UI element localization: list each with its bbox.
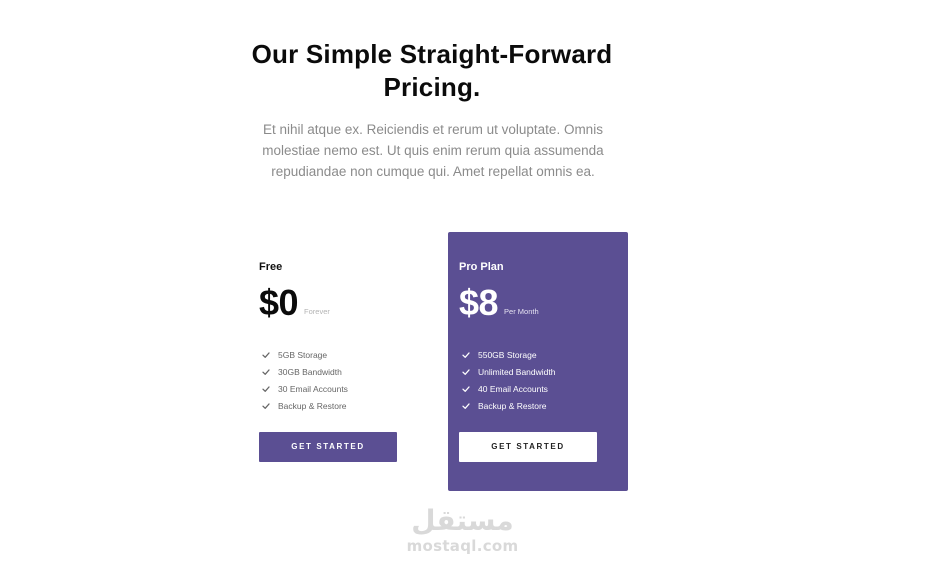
- price-row: $0 Forever: [259, 280, 428, 322]
- check-icon: [462, 368, 470, 375]
- page-subtitle: Et nihil atque ex. Reiciendis et rerum u…: [262, 122, 604, 179]
- plan-price: $8: [459, 282, 499, 323]
- feature-item: 30GB Bandwidth: [259, 363, 428, 380]
- get-started-button-free[interactable]: GET STARTED: [259, 432, 397, 462]
- plan-price: $0: [259, 282, 299, 323]
- plan-name: Pro Plan: [459, 261, 504, 273]
- pricing-card-pro: Pro Plan $8 Per Month 550GB Storage Unli…: [448, 232, 628, 491]
- get-started-button-pro[interactable]: GET STARTED: [459, 432, 597, 462]
- watermark-logo: مستقل mostaql.com: [380, 504, 545, 556]
- feature-item: 550GB Storage: [459, 346, 628, 363]
- feature-label: 550GB Storage: [478, 349, 537, 360]
- feature-label: Unlimited Bandwidth: [478, 366, 556, 377]
- feature-label: 5GB Storage: [278, 349, 328, 360]
- feature-item: 5GB Storage: [259, 346, 428, 363]
- pricing-card-free: Free $0 Forever 5GB Storage 30GB Bandwid…: [248, 232, 428, 491]
- plan-name: Free: [259, 261, 283, 273]
- feature-label: Backup & Restore: [478, 400, 547, 411]
- check-icon: [462, 402, 470, 409]
- feature-label: 30GB Bandwidth: [278, 366, 342, 377]
- check-icon: [462, 351, 470, 358]
- feature-item: Unlimited Bandwidth: [459, 363, 628, 380]
- feature-list: 5GB Storage 30GB Bandwidth 30 Email Acco…: [259, 346, 428, 414]
- check-icon: [262, 385, 270, 392]
- feature-label: Backup & Restore: [278, 400, 347, 411]
- page-title: Our Simple Straight-Forward Pricing.: [251, 39, 613, 102]
- watermark-latin: mostaql.com: [406, 537, 519, 555]
- feature-item: Backup & Restore: [259, 397, 428, 414]
- plan-period: Forever: [304, 307, 330, 316]
- check-icon: [262, 351, 270, 358]
- feature-label: 30 Email Accounts: [278, 383, 348, 394]
- plan-period: Per Month: [504, 307, 539, 316]
- feature-label: 40 Email Accounts: [478, 383, 548, 394]
- check-icon: [262, 402, 270, 409]
- feature-item: 30 Email Accounts: [259, 380, 428, 397]
- check-icon: [262, 368, 270, 375]
- feature-item: 40 Email Accounts: [459, 380, 628, 397]
- watermark-arabic: مستقل: [411, 504, 514, 537]
- feature-list: 550GB Storage Unlimited Bandwidth 40 Ema…: [459, 346, 628, 414]
- check-icon: [462, 385, 470, 392]
- price-row: $8 Per Month: [459, 280, 628, 322]
- feature-item: Backup & Restore: [459, 397, 628, 414]
